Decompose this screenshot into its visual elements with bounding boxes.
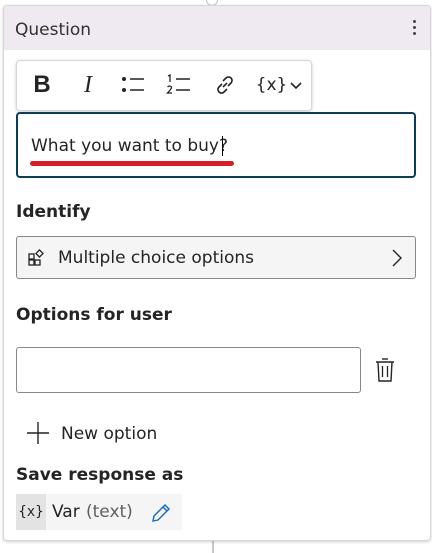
numbered-list-icon: [166, 73, 190, 94]
card-title: Question: [15, 20, 92, 40]
identify-selector[interactable]: Multiple choice options: [16, 236, 416, 279]
more-options-button[interactable]: [408, 16, 422, 40]
link-icon: [217, 76, 233, 94]
pencil-icon[interactable]: [150, 502, 172, 524]
option-input[interactable]: [16, 347, 361, 393]
highlight-underline: [30, 161, 234, 166]
question-text: What you want to buy?: [31, 136, 228, 156]
bold-button[interactable]: B: [26, 69, 58, 101]
more-vertical-icon: [413, 20, 416, 23]
plus-icon: [27, 422, 49, 444]
text-cursor: [222, 136, 223, 156]
identify-value: Multiple choice options: [58, 248, 254, 268]
new-option-button[interactable]: New option: [26, 421, 176, 447]
variable-badge: {x}: [16, 494, 46, 530]
bulleted-list-button[interactable]: [117, 69, 149, 101]
delete-option-button[interactable]: [374, 357, 396, 383]
question-text-input[interactable]: What you want to buy?: [16, 112, 416, 178]
italic-icon: I: [84, 71, 92, 98]
options-label: Options for user: [16, 305, 172, 325]
bold-icon: B: [33, 71, 51, 98]
trash-icon: [376, 358, 394, 382]
variable-name: Var: [52, 502, 80, 522]
identify-label: Identify: [16, 202, 91, 222]
card-header: Question: [4, 6, 430, 50]
italic-button[interactable]: I: [72, 69, 104, 101]
chevron-right-icon: [392, 249, 402, 267]
insert-variable-button[interactable]: {x}: [253, 69, 305, 101]
variable-chip[interactable]: {x} Var (text): [16, 494, 182, 530]
bulleted-list-icon: [122, 77, 144, 92]
question-node-card: Question B I {x} What you want to buy? I…: [3, 5, 431, 541]
save-response-label: Save response as: [16, 465, 184, 485]
new-option-label: New option: [61, 424, 158, 444]
insert-variable-icon: {x}: [255, 75, 288, 95]
multiple-choice-icon: [28, 249, 44, 266]
chevron-down-icon: [290, 82, 302, 90]
numbered-list-button[interactable]: [163, 69, 195, 101]
link-button[interactable]: [209, 69, 241, 101]
flow-connector-bottom: [212, 540, 214, 553]
variable-type: (text): [86, 502, 133, 522]
formatting-toolbar: B I {x}: [16, 60, 312, 111]
